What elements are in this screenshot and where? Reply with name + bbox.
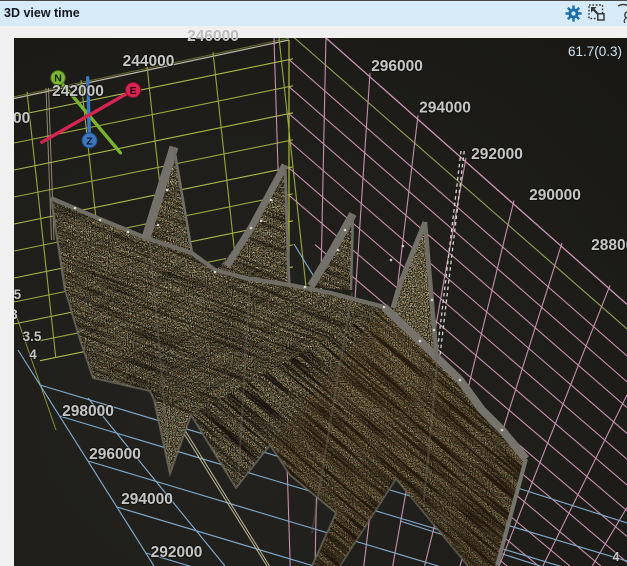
svg-text:.5: .5 [10, 287, 22, 302]
svg-text:4: 4 [29, 347, 37, 362]
svg-text:E: E [130, 85, 137, 97]
svg-text:296000: 296000 [89, 446, 141, 463]
svg-text:4: 4 [613, 550, 620, 564]
svg-text:3.5: 3.5 [23, 329, 42, 344]
svg-text:296000: 296000 [371, 58, 423, 75]
svg-text:292000: 292000 [471, 146, 523, 163]
svg-text:242000: 242000 [52, 83, 104, 100]
svg-text:290000: 290000 [529, 187, 581, 204]
svg-text:294000: 294000 [419, 100, 471, 117]
svg-text:3: 3 [10, 307, 18, 322]
svg-text:298000: 298000 [62, 403, 114, 420]
svg-text:Z: Z [86, 135, 93, 147]
svg-text:294000: 294000 [121, 491, 173, 508]
svg-text:292000: 292000 [151, 544, 203, 561]
svg-text:244000: 244000 [123, 53, 175, 70]
svg-text:00: 00 [13, 110, 30, 127]
svg-text:288000: 288000 [591, 237, 627, 254]
svg-text:61.7(0.3): 61.7(0.3) [568, 44, 622, 59]
